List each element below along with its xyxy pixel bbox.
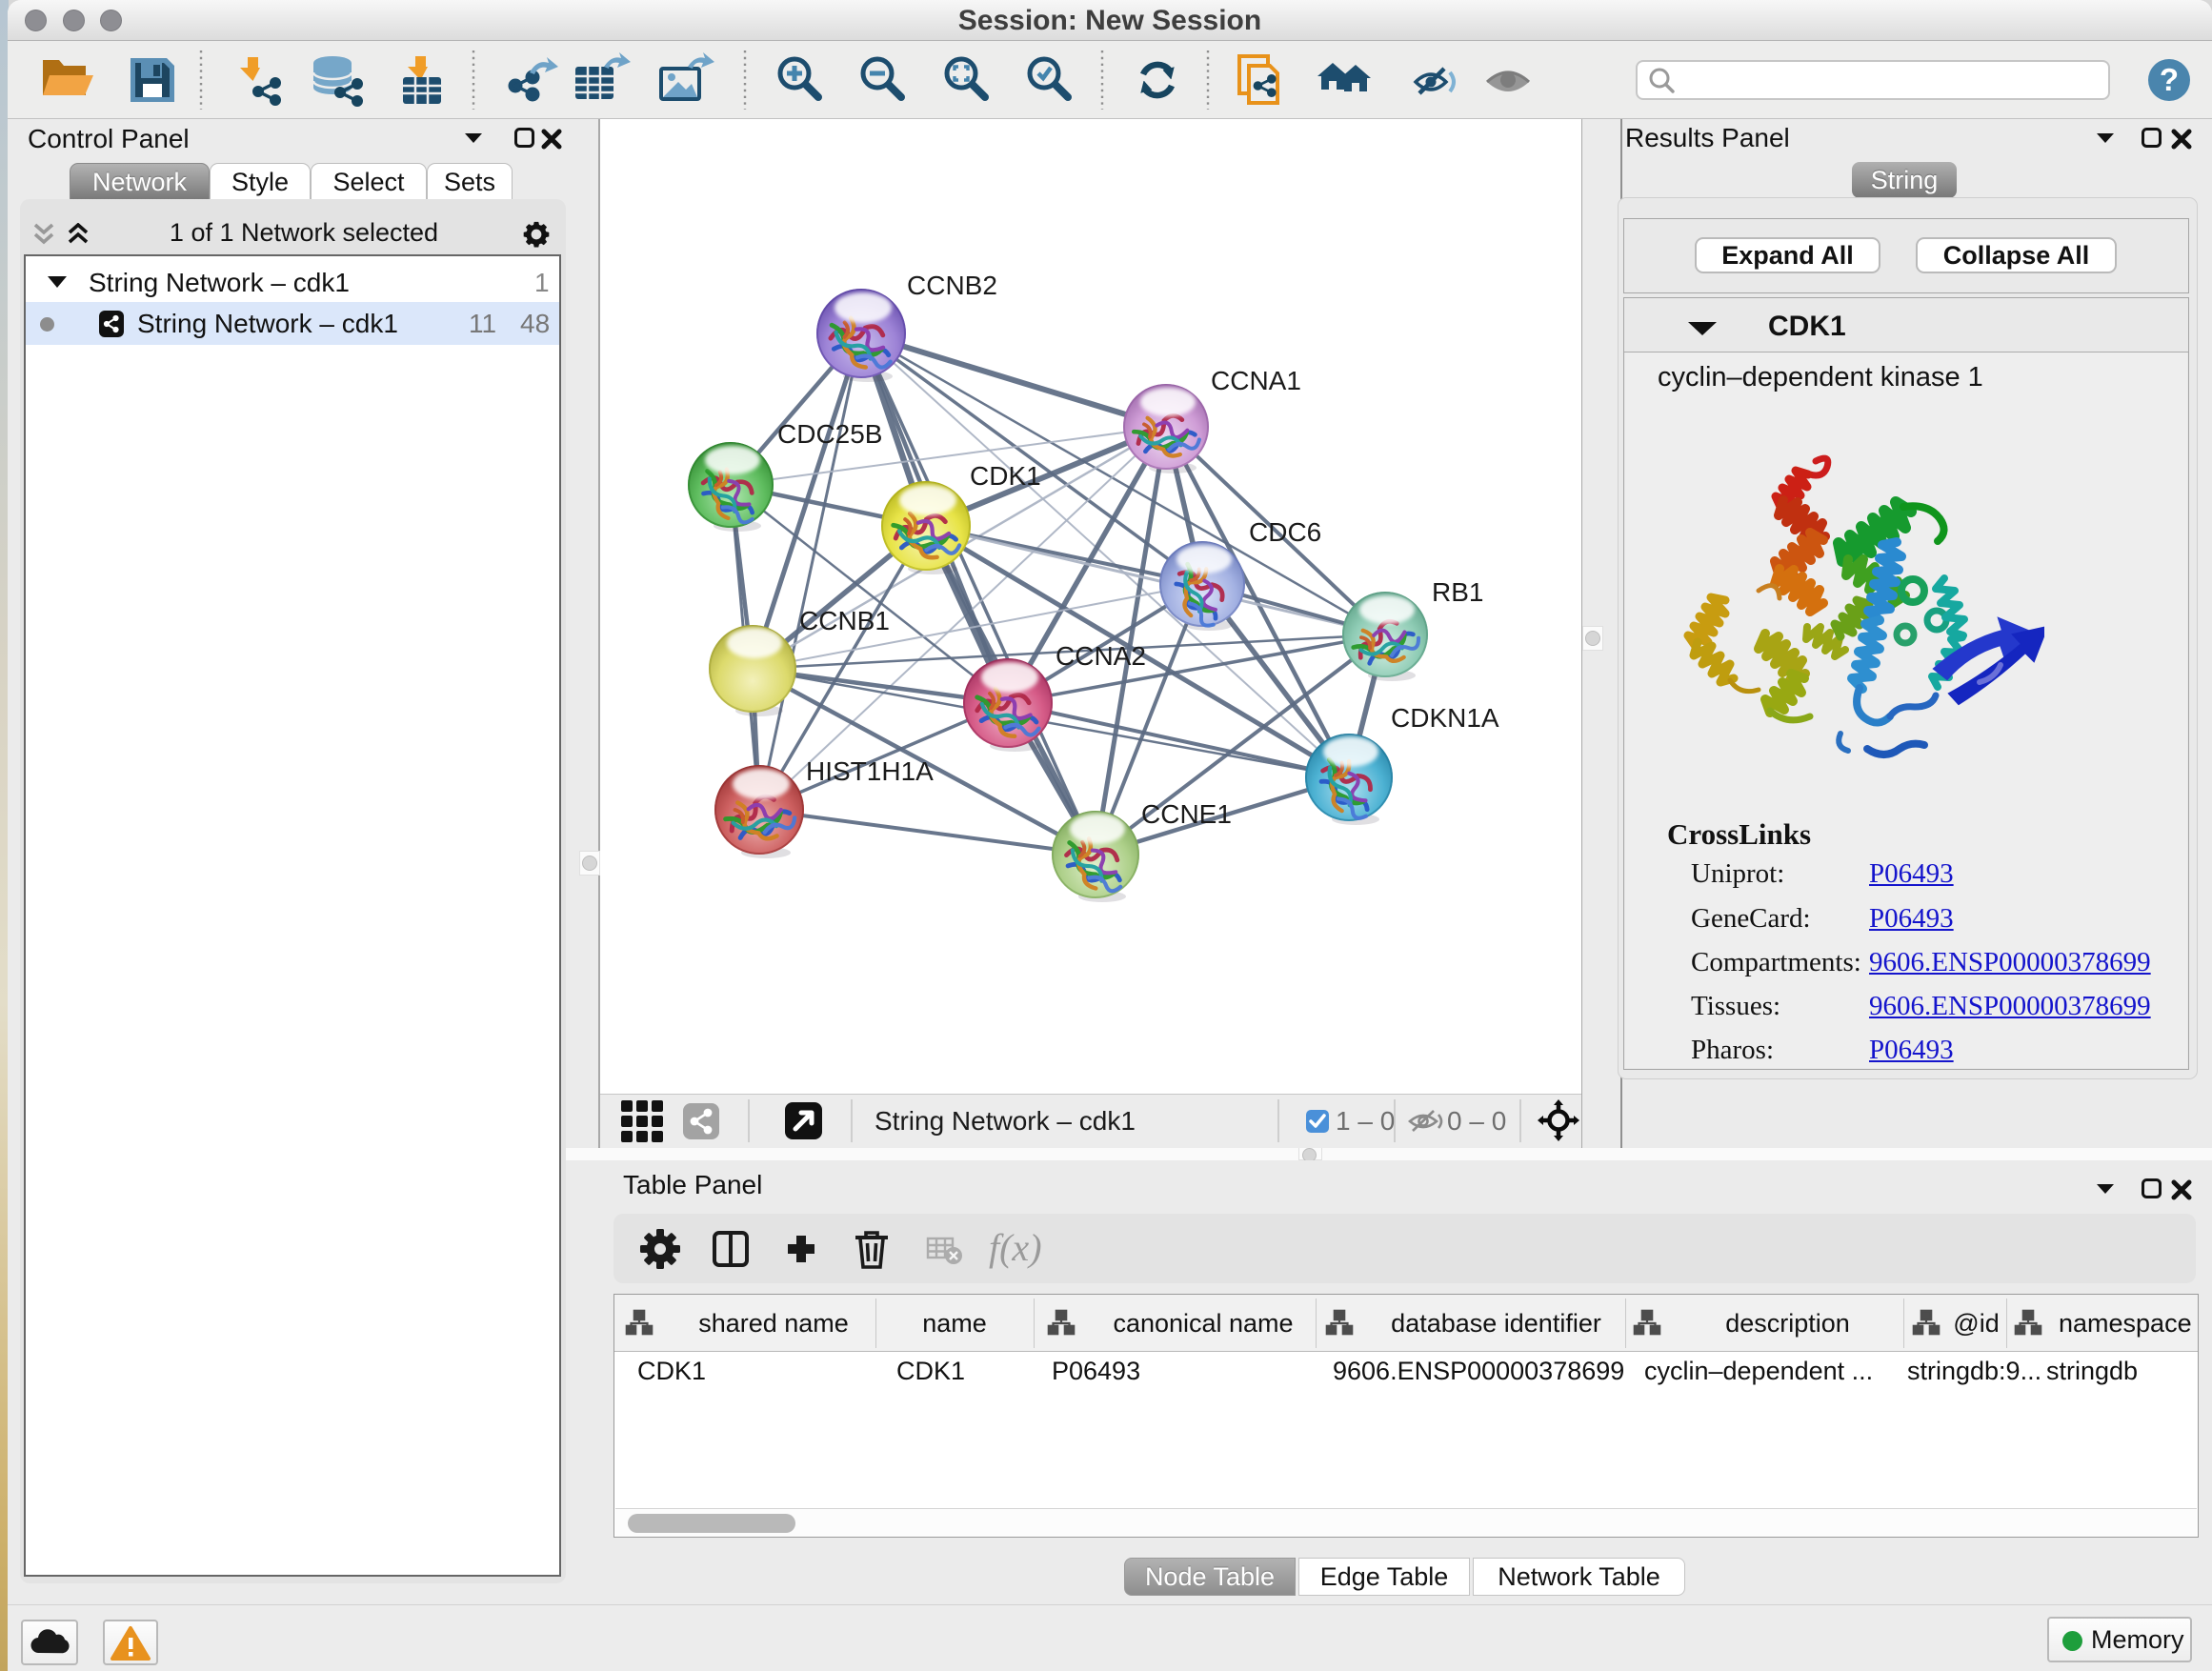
svg-text:CCNE1: CCNE1: [1141, 799, 1232, 829]
svg-text:String Network – cdk1: String Network – cdk1: [875, 1106, 1136, 1136]
svg-text:CCNB2: CCNB2: [907, 271, 997, 300]
svg-text:1 – 0: 1 – 0: [1336, 1106, 1395, 1136]
svg-text:CDKN1A: CDKN1A: [1391, 703, 1499, 733]
svg-text:CDC6: CDC6: [1249, 517, 1321, 547]
svg-text:CCNA2: CCNA2: [1056, 641, 1146, 671]
svg-text:CDK1: CDK1: [970, 461, 1041, 491]
svg-text:CCNA1: CCNA1: [1211, 366, 1301, 395]
svg-text:f(x): f(x): [989, 1226, 1042, 1269]
svg-text:CDC25B: CDC25B: [777, 419, 882, 449]
svg-text:HIST1H1A: HIST1H1A: [806, 756, 934, 786]
svg-text:0 – 0: 0 – 0: [1447, 1106, 1506, 1136]
svg-text:CCNB1: CCNB1: [799, 606, 890, 635]
svg-text:RB1: RB1: [1432, 577, 1483, 607]
